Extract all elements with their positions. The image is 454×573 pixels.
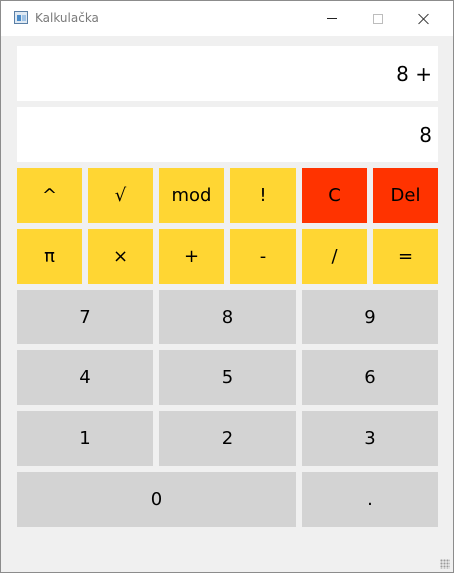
pi-button[interactable]: π xyxy=(17,229,82,284)
title-bar[interactable]: Kalkulačka xyxy=(1,1,453,36)
calculator-window: Kalkulačka 8 + 8 ^ √ mod ! C Del π × + -… xyxy=(0,0,454,573)
minus-button[interactable]: - xyxy=(230,229,296,284)
minimize-button[interactable] xyxy=(309,1,355,36)
close-icon xyxy=(418,13,430,25)
digit-6-button[interactable]: 6 xyxy=(302,350,438,405)
clear-button[interactable]: C xyxy=(302,168,367,223)
digit-5-button[interactable]: 5 xyxy=(159,350,296,405)
equals-button[interactable]: = xyxy=(373,229,438,284)
decimal-point-button[interactable]: . xyxy=(302,472,438,527)
resize-grip-icon[interactable] xyxy=(440,559,450,569)
expression-text: 8 + xyxy=(396,61,432,86)
digit-1-button[interactable]: 1 xyxy=(17,411,153,466)
mod-button[interactable]: mod xyxy=(159,168,224,223)
factorial-button[interactable]: ! xyxy=(230,168,296,223)
app-icon xyxy=(14,11,28,24)
maximize-button[interactable] xyxy=(355,1,401,36)
digit-7-button[interactable]: 7 xyxy=(17,290,153,344)
digit-0-button[interactable]: 0 xyxy=(17,472,296,527)
divide-button[interactable]: / xyxy=(302,229,367,284)
window-title: Kalkulačka xyxy=(35,11,99,25)
plus-button[interactable]: + xyxy=(159,229,224,284)
digit-2-button[interactable]: 2 xyxy=(159,411,296,466)
sqrt-button[interactable]: √ xyxy=(88,168,153,223)
result-text: 8 xyxy=(419,122,432,147)
digit-4-button[interactable]: 4 xyxy=(17,350,153,405)
minimize-icon xyxy=(327,18,337,19)
multiply-button[interactable]: × xyxy=(88,229,153,284)
result-display: 8 xyxy=(17,107,438,162)
delete-button[interactable]: Del xyxy=(373,168,438,223)
digit-9-button[interactable]: 9 xyxy=(302,290,438,344)
close-button[interactable] xyxy=(401,1,447,36)
expression-display: 8 + xyxy=(17,46,438,101)
power-button[interactable]: ^ xyxy=(17,168,82,223)
digit-3-button[interactable]: 3 xyxy=(302,411,438,466)
maximize-icon xyxy=(373,13,383,24)
digit-8-button[interactable]: 8 xyxy=(159,290,296,344)
